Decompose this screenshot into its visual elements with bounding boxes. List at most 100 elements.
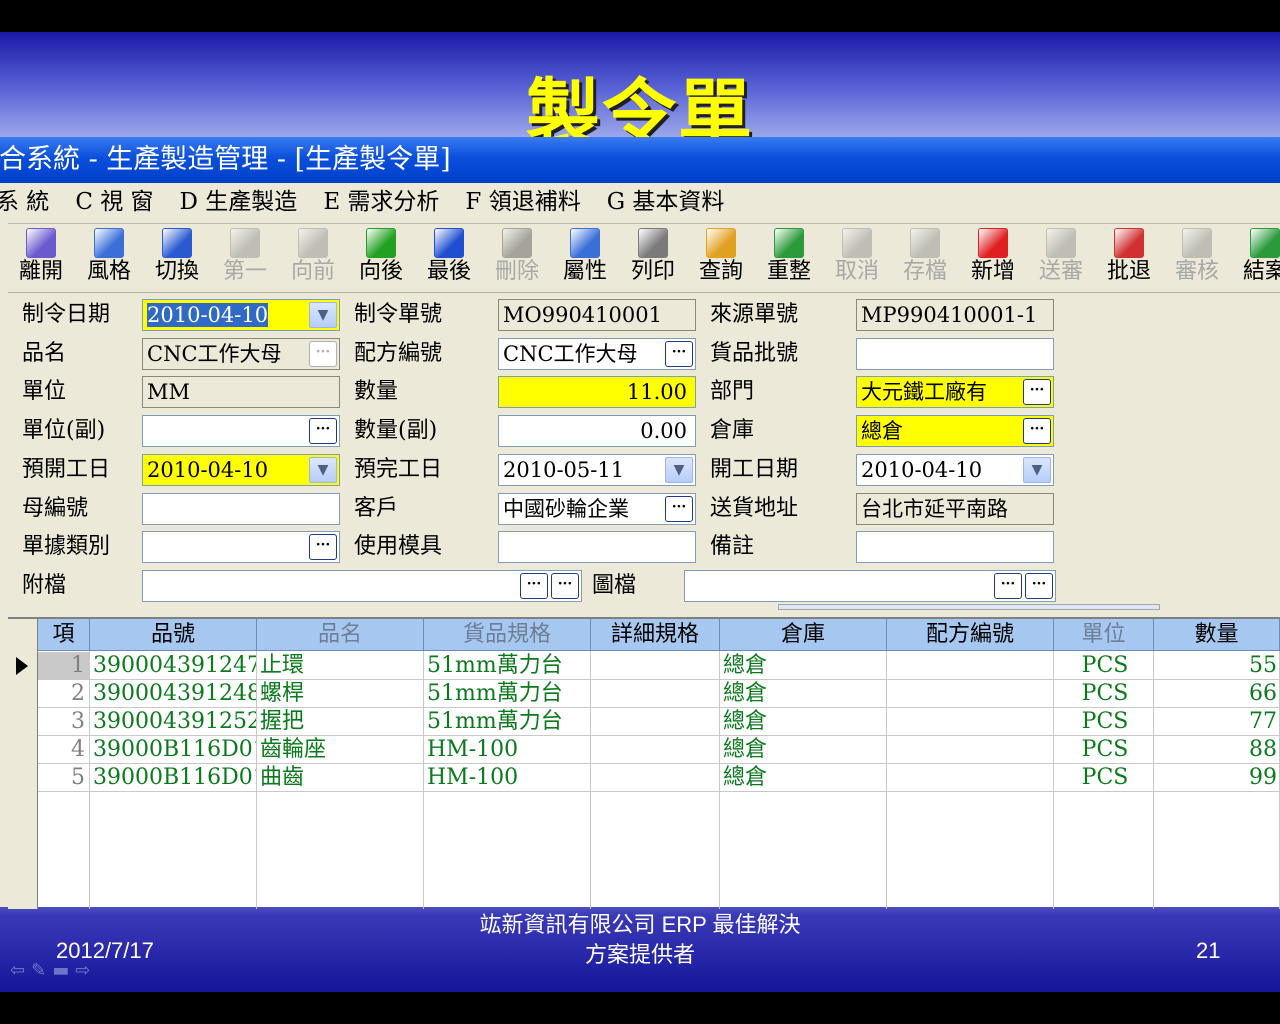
remark-field[interactable] <box>856 531 1054 563</box>
table-cell-wh[interactable]: 總倉 <box>720 652 887 680</box>
chevron-down-icon[interactable]: ▼ <box>1023 457 1051 483</box>
table-cell-unit[interactable]: PCS <box>1054 680 1154 708</box>
recipe-no-field[interactable]: CNC工作大母 ··· <box>498 338 696 370</box>
order-date-field[interactable]: 2010-04-10 ▼ <box>142 299 340 331</box>
ellipsis-icon[interactable]: ··· <box>520 573 548 599</box>
column-header-3[interactable]: 貨品規格 <box>424 619 591 651</box>
table-cell-detail[interactable] <box>591 652 720 680</box>
ellipsis-icon[interactable]: ··· <box>665 496 693 522</box>
table-cell-spec[interactable]: 51mm萬力台 <box>424 708 591 736</box>
table-cell-idx[interactable]: 2 <box>38 680 90 708</box>
table-cell-spec[interactable]: 51mm萬力台 <box>424 680 591 708</box>
delivery-address-field[interactable]: 台北市延平南路 <box>856 493 1054 525</box>
table-cell-idx[interactable]: 4 <box>38 736 90 764</box>
attachment-field[interactable]: ··· ··· <box>142 570 582 602</box>
planned-finish-field[interactable]: 2010-05-11 ▼ <box>498 454 696 486</box>
menu-item-1[interactable]: C 視 窗 <box>75 189 153 215</box>
pen-icon[interactable]: ✎ <box>31 960 52 981</box>
column-header-0[interactable]: 項 <box>38 619 90 651</box>
toolbar-button-7[interactable]: 刪除 <box>484 228 550 290</box>
warehouse-field[interactable]: 總倉 ··· <box>856 415 1054 447</box>
toolbar-button-2[interactable]: 切換 <box>144 228 210 290</box>
table-cell-spec[interactable]: HM-100 <box>424 736 591 764</box>
table-cell-detail[interactable] <box>591 736 720 764</box>
column-header-5[interactable]: 倉庫 <box>720 619 887 651</box>
column-header-6[interactable]: 配方編號 <box>887 619 1054 651</box>
table-cell-qty[interactable]: 66 <box>1154 680 1280 708</box>
table-cell-code[interactable]: 39000B116D01 <box>90 764 257 792</box>
table-cell-wh[interactable]: 總倉 <box>720 708 887 736</box>
toolbar-button-0[interactable]: 離開 <box>8 228 74 290</box>
table-cell-spec[interactable]: 51mm萬力台 <box>424 652 591 680</box>
menu-item-2[interactable]: D 生產製造 <box>180 189 298 215</box>
menu-icon[interactable]: ▬ <box>52 960 75 981</box>
table-cell-name[interactable]: 齒輪座 <box>257 736 424 764</box>
start-date-field[interactable]: 2010-04-10 ▼ <box>856 454 1054 486</box>
table-cell-qty[interactable]: 55 <box>1154 652 1280 680</box>
slide-nav-icons[interactable]: ⇦✎▬⇨ <box>10 960 96 981</box>
column-header-7[interactable]: 單位 <box>1054 619 1154 651</box>
splitter-handle[interactable] <box>778 604 1160 610</box>
toolbar-button-10[interactable]: 查詢 <box>688 228 754 290</box>
table-cell-recipe[interactable] <box>887 708 1054 736</box>
menu-item-4[interactable]: F 領退補料 <box>465 189 580 215</box>
ellipsis-icon[interactable]: ··· <box>551 573 579 599</box>
chevron-down-icon[interactable]: ▼ <box>309 457 337 483</box>
batch-no-field[interactable] <box>856 338 1054 370</box>
chevron-down-icon[interactable]: ▼ <box>665 457 693 483</box>
table-cell-qty[interactable]: 77 <box>1154 708 1280 736</box>
toolbar-button-3[interactable]: 第一 <box>212 228 278 290</box>
parent-no-field[interactable] <box>142 493 340 525</box>
ellipsis-icon[interactable]: ··· <box>665 341 693 367</box>
table-cell-code[interactable]: 390004391252 <box>90 708 257 736</box>
toolbar-button-18[interactable]: 結案 <box>1232 228 1280 290</box>
table-cell-recipe[interactable] <box>887 680 1054 708</box>
toolbar-button-15[interactable]: 送審 <box>1028 228 1094 290</box>
table-cell-name[interactable]: 握把 <box>257 708 424 736</box>
table-cell-wh[interactable]: 總倉 <box>720 736 887 764</box>
table-cell-name[interactable]: 螺桿 <box>257 680 424 708</box>
ellipsis-icon[interactable]: ··· <box>1023 418 1051 444</box>
quantity-sub-field[interactable]: 0.00 <box>498 415 696 447</box>
order-no-field[interactable]: MO990410001 <box>498 299 696 331</box>
ellipsis-icon[interactable]: ··· <box>994 573 1022 599</box>
menu-item-5[interactable]: G 基本資料 <box>607 189 725 215</box>
column-header-2[interactable]: 品名 <box>257 619 424 651</box>
source-no-field[interactable]: MP990410001-1 <box>856 299 1054 331</box>
toolbar-button-17[interactable]: 審核 <box>1164 228 1230 290</box>
table-cell-code[interactable]: 39000B116D01 <box>90 736 257 764</box>
unit-field[interactable]: MM <box>142 376 340 408</box>
menu-item-3[interactable]: E 需求分析 <box>323 189 439 215</box>
quantity-field[interactable]: 11.00 <box>498 376 696 408</box>
table-cell-detail[interactable] <box>591 764 720 792</box>
table-cell-idx[interactable]: 1 <box>38 652 90 680</box>
table-cell-spec[interactable]: HM-100 <box>424 764 591 792</box>
menu-item-0[interactable]: 系 統 <box>0 189 49 215</box>
customer-field[interactable]: 中國砂輪企業 ··· <box>498 493 696 525</box>
table-cell-detail[interactable] <box>591 680 720 708</box>
table-cell-detail[interactable] <box>591 708 720 736</box>
ellipsis-icon[interactable]: ··· <box>309 418 337 444</box>
toolbar-button-12[interactable]: 取消 <box>824 228 890 290</box>
toolbar-button-13[interactable]: 存檔 <box>892 228 958 290</box>
ellipsis-icon[interactable]: ··· <box>309 534 337 560</box>
toolbar-button-1[interactable]: 風格 <box>76 228 142 290</box>
toolbar-button-11[interactable]: 重整 <box>756 228 822 290</box>
doc-type-field[interactable]: ··· <box>142 531 340 563</box>
drawing-field[interactable]: ··· ··· <box>684 570 1056 602</box>
window-titlebar[interactable]: 整合系統 - 生產製造管理 - [生產製令單] <box>0 137 1280 183</box>
table-cell-unit[interactable]: PCS <box>1054 708 1154 736</box>
column-header-8[interactable]: 數量 <box>1154 619 1280 651</box>
product-name-field[interactable]: CNC工作大母 ··· <box>142 338 340 370</box>
table-cell-recipe[interactable] <box>887 736 1054 764</box>
table-cell-code[interactable]: 390004391247 <box>90 652 257 680</box>
mold-field[interactable] <box>498 531 696 563</box>
table-cell-qty[interactable]: 88 <box>1154 736 1280 764</box>
table-cell-recipe[interactable] <box>887 652 1054 680</box>
toolbar-button-9[interactable]: 列印 <box>620 228 686 290</box>
table-cell-unit[interactable]: PCS <box>1054 652 1154 680</box>
toolbar-button-4[interactable]: 向前 <box>280 228 346 290</box>
table-cell-recipe[interactable] <box>887 764 1054 792</box>
table-cell-unit[interactable]: PCS <box>1054 764 1154 792</box>
table-cell-wh[interactable]: 總倉 <box>720 680 887 708</box>
